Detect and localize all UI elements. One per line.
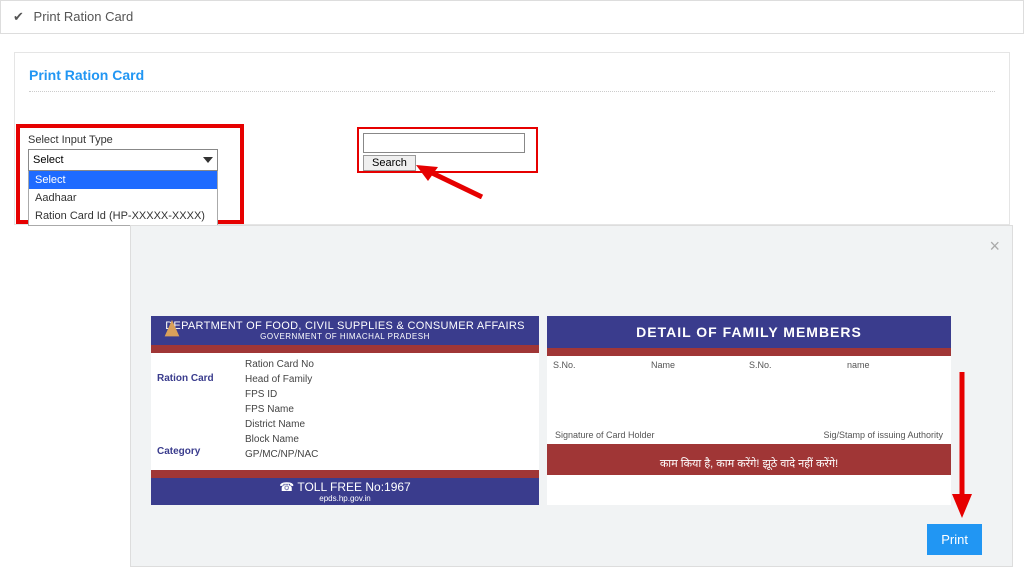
arrow-annotation-search [414,163,484,199]
dept-header: DEPARTMENT OF FOOD, CIVIL SUPPLIES & CON… [151,316,539,345]
sig-authority: Sig/Stamp of issuing Authority [823,430,943,440]
close-icon[interactable]: × [989,236,1000,257]
ration-card-left-panel: DEPARTMENT OF FOOD, CIVIL SUPPLIES & CON… [151,316,539,505]
dropdown-option-aadhaar[interactable]: Aadhaar [29,189,217,207]
ration-card-preview: DEPARTMENT OF FOOD, CIVIL SUPPLIES & CON… [151,316,951,505]
toll-free-text: ☎ TOLL FREE No:1967 [279,480,410,494]
family-header: DETAIL OF FAMILY MEMBERS [547,316,951,348]
chevron-down-icon [203,157,213,163]
field-fpsid: FPS ID [245,389,318,400]
field-block: Block Name [245,434,318,445]
col-name2: name [847,360,945,370]
decorative-strip [151,345,539,353]
field-rationno: Ration Card No [245,359,318,370]
breadcrumb-bar: ✔ Print Ration Card [0,0,1024,34]
input-type-select[interactable]: Select [28,149,218,171]
field-gp: GP/MC/NP/NAC [245,449,318,460]
col-sno: S.No. [553,360,651,370]
page-title: Print Ration Card [34,9,134,24]
check-icon: ✔ [13,9,24,24]
dropdown-option-rationid[interactable]: Ration Card Id (HP-XXXXX-XXXX) [29,207,217,225]
arrow-annotation-print [950,370,974,520]
card-fields: Ration Card Category Ration Card No Head… [151,353,539,470]
decorative-strip [547,444,951,452]
category-label: Category [157,446,235,457]
ration-card-label: Ration Card [157,373,235,384]
print-modal: × DEPARTMENT OF FOOD, CIVIL SUPPLIES & C… [130,225,1013,567]
field-fpsname: FPS Name [245,404,318,415]
family-members-panel: DETAIL OF FAMILY MEMBERS S.No. Name S.No… [547,316,951,505]
decorative-strip [151,470,539,478]
decorative-strip [547,348,951,356]
col-name: Name [651,360,749,370]
search-button[interactable]: Search [363,155,416,171]
signature-row: Signature of Card Holder Sig/Stamp of is… [547,420,951,444]
dropdown-option-select[interactable]: Select [29,171,217,189]
emblem-icon [161,318,183,340]
field-head: Head of Family [245,374,318,385]
select-current-value: Select [33,154,64,166]
site-text: epds.hp.gov.in [153,494,537,503]
dept-name: DEPARTMENT OF FOOD, CIVIL SUPPLIES & CON… [151,320,539,332]
field-district: District Name [245,419,318,430]
input-type-dropdown: Select Aadhaar Ration Card Id (HP-XXXXX-… [28,171,218,226]
print-button[interactable]: Print [927,524,982,555]
select-input-type-label: Select Input Type [28,134,232,146]
select-input-type-highlight: Select Input Type Select Select Aadhaar … [16,124,244,224]
card-title: Print Ration Card [29,67,995,92]
family-table-head: S.No. Name S.No. name [547,356,951,374]
govt-name: GOVERNMENT OF HIMACHAL PRADESH [151,332,539,341]
sig-holder: Signature of Card Holder [555,430,655,440]
search-input[interactable] [363,133,525,153]
slogan-banner: काम किया है, काम करेंगे! झूठे वादे नहीं … [547,452,951,475]
col-sno2: S.No. [749,360,847,370]
toll-free-footer: ☎ TOLL FREE No:1967 epds.hp.gov.in [151,478,539,505]
